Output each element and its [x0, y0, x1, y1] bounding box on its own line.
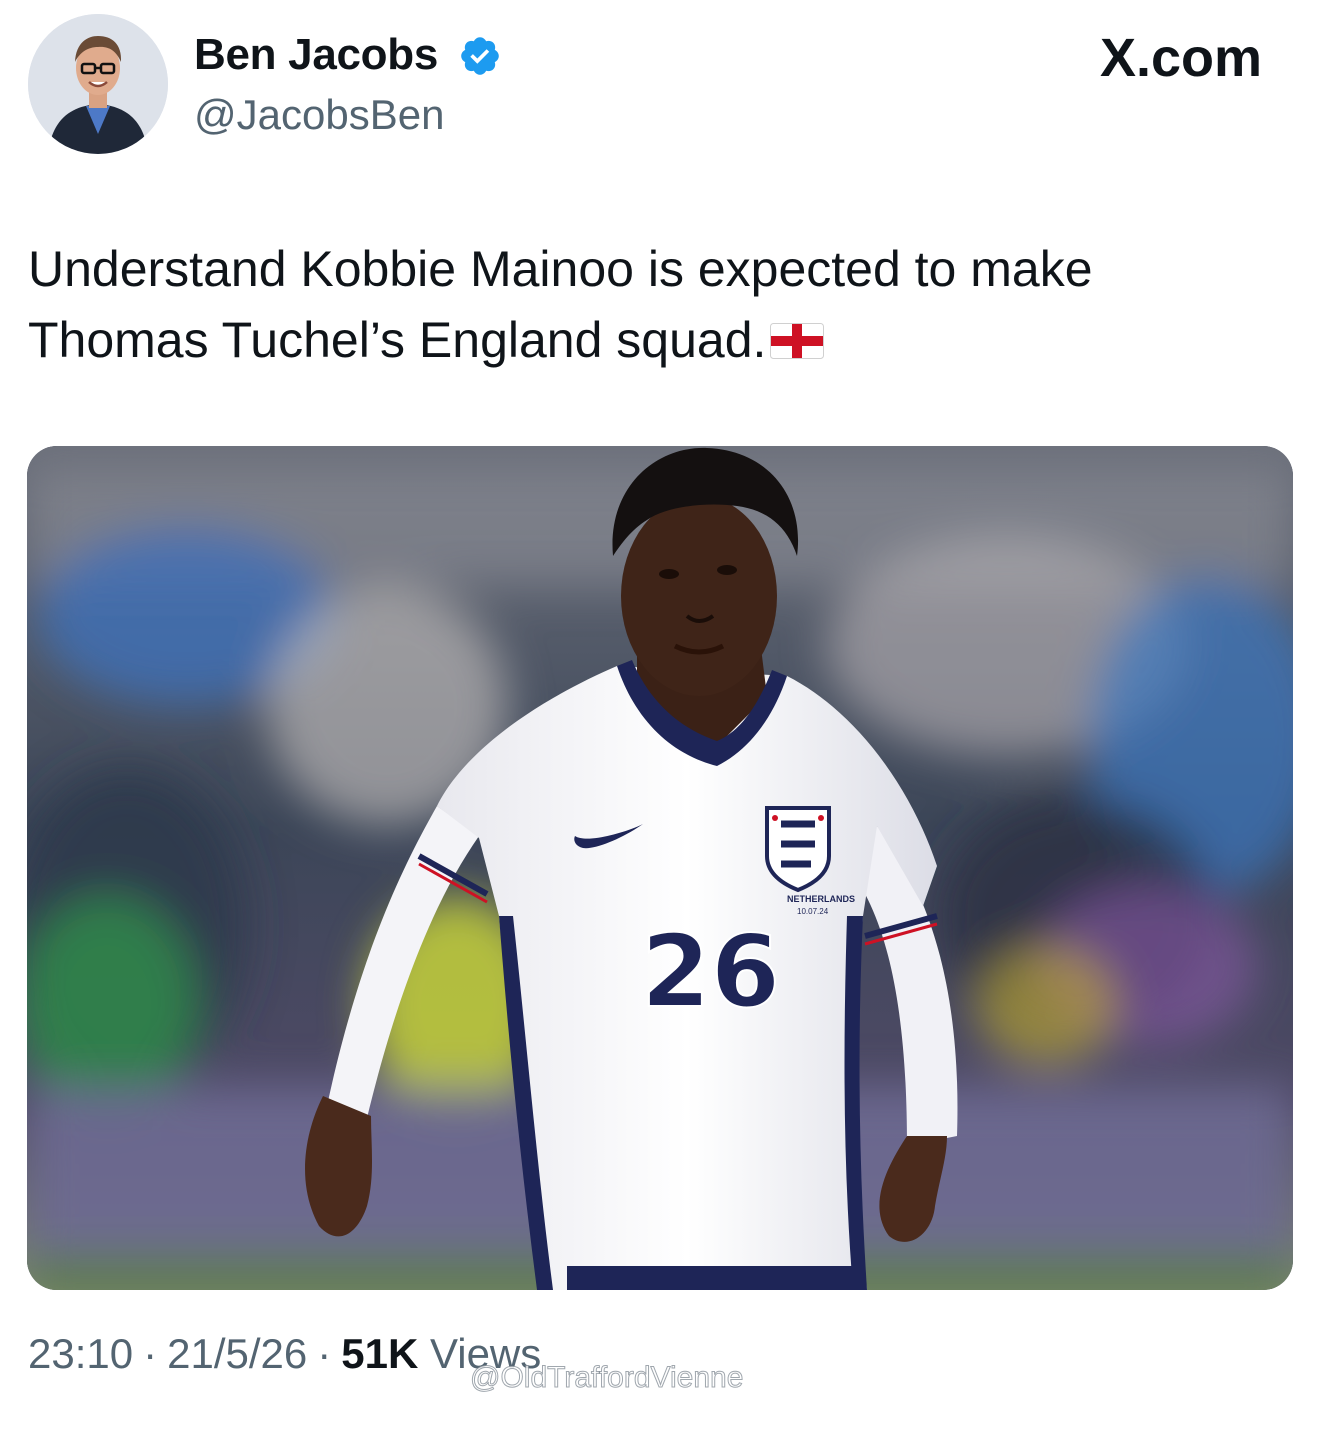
tweet-text: Understand Kobbie Mainoo is expected to … [28, 234, 1278, 376]
views-count: 51K [341, 1330, 419, 1377]
tweet-time[interactable]: 23:10 [28, 1330, 133, 1377]
profile-photo-icon [28, 14, 168, 154]
tweet-text-line-1: Understand Kobbie Mainoo is expected to … [28, 241, 1093, 297]
tweet-meta: 23:10 · 21/5/26 · 51K Views [28, 1328, 541, 1380]
shirt-patch-line-2: 10.07.24 [797, 907, 829, 916]
tweet-text-line-2: Thomas Tuchel’s England squad. [28, 305, 1278, 376]
verified-badge-icon [461, 37, 499, 75]
shirt-patch-line-1: NETHERLANDS [787, 894, 855, 904]
tweet-media-photo[interactable]: NETHERLANDS 10.07.24 26 [27, 446, 1293, 1290]
player-photo: NETHERLANDS 10.07.24 26 [27, 446, 1293, 1290]
author-avatar[interactable] [28, 14, 168, 154]
shirt-number: 26 [641, 913, 780, 1030]
tweet-text-line-2-content: Thomas Tuchel’s England squad. [28, 312, 767, 368]
meta-separator: · [317, 1330, 332, 1377]
england-flag-icon [770, 323, 825, 359]
meta-separator: · [143, 1330, 158, 1377]
site-label: X.com [1099, 28, 1262, 88]
watermark-text: @OldTraffordVienne [469, 1361, 744, 1395]
author-name[interactable]: Ben Jacobs [194, 30, 438, 80]
author-handle[interactable]: @JacobsBen [194, 90, 444, 140]
tweet-date[interactable]: 21/5/26 [167, 1330, 307, 1377]
